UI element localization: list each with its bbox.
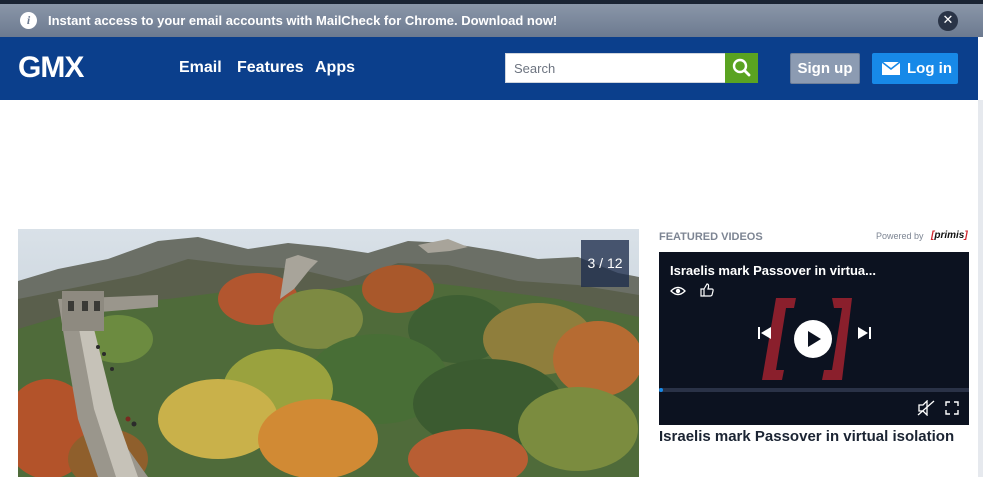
signup-button[interactable]: Sign up <box>790 53 860 84</box>
page: i Instant access to your email accounts … <box>0 0 983 477</box>
logo[interactable]: GMX <box>18 51 84 85</box>
primis-logo[interactable]: [primis] <box>931 230 968 241</box>
powered-by-text: Powered by <box>876 231 924 241</box>
site-header: GMX Email Features Apps Sign up Log in <box>0 37 978 100</box>
notification-text[interactable]: Instant access to your email accounts wi… <box>48 13 557 28</box>
thumbs-up-icon[interactable] <box>699 282 715 298</box>
video-title: Israelis mark Passover in virtua... <box>670 263 876 278</box>
nav-email[interactable]: Email <box>179 59 222 77</box>
notification-bar: i Instant access to your email accounts … <box>0 0 983 37</box>
video-caption-link[interactable]: Israelis mark Passover in virtual isolat… <box>659 428 954 445</box>
nav-features[interactable]: Features <box>237 59 304 77</box>
next-icon[interactable] <box>856 325 872 341</box>
fullscreen-icon[interactable] <box>945 401 959 415</box>
video-progress-bar[interactable] <box>659 388 969 392</box>
info-icon: i <box>20 12 37 29</box>
gallery-counter: 3 / 12 <box>581 240 629 287</box>
featured-videos-label: FEATURED VIDEOS <box>659 231 763 243</box>
mail-icon <box>882 62 900 75</box>
search-icon <box>732 58 751 77</box>
nav-apps[interactable]: Apps <box>315 59 355 77</box>
video-player[interactable]: Israelis mark Passover in virtua... <box>659 252 969 425</box>
primis-brand-text: primis <box>934 230 965 241</box>
gallery-image[interactable] <box>18 229 639 477</box>
video-progress-fill <box>659 388 663 392</box>
mute-icon[interactable] <box>917 400 935 416</box>
search-input[interactable] <box>505 53 726 83</box>
search-button[interactable] <box>725 53 758 83</box>
play-button[interactable] <box>793 319 833 359</box>
close-icon[interactable]: ✕ <box>938 11 958 31</box>
landscape-photo <box>18 229 639 477</box>
scrollbar-strip <box>978 100 983 477</box>
previous-icon[interactable] <box>757 325 773 341</box>
eye-icon[interactable] <box>670 285 686 297</box>
